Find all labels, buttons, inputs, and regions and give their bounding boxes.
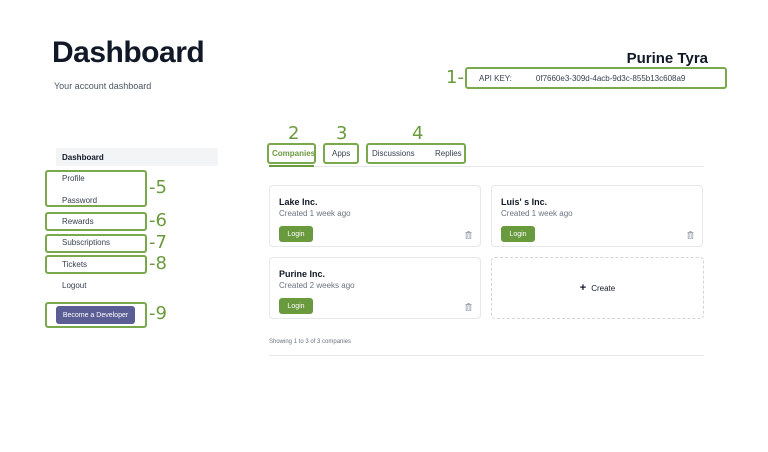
tabs-divider xyxy=(269,166,704,167)
annotation-7: -7 xyxy=(149,232,167,253)
company-card: Lake Inc. Created 1 week ago Login xyxy=(269,185,481,247)
active-tab-indicator xyxy=(269,165,314,167)
company-card: Luis' s Inc. Created 1 week ago Login xyxy=(491,185,703,247)
company-created: Created 1 week ago xyxy=(279,209,351,218)
annotation-6: -6 xyxy=(149,210,167,231)
company-name: Lake Inc. xyxy=(279,197,318,207)
annotation-box-rewards xyxy=(45,212,147,231)
api-key-display: API KEY: 0f7660e3-309d-4acb-9d3c-855b13c… xyxy=(465,67,727,89)
annotation-box-developer xyxy=(45,302,147,328)
company-card: Purine Inc. Created 2 weeks ago Login xyxy=(269,257,481,319)
tab-discussions[interactable]: Discussions xyxy=(372,149,415,158)
company-name: Luis' s Inc. xyxy=(501,197,548,207)
annotation-5: -5 xyxy=(149,177,167,198)
login-button[interactable]: Login xyxy=(501,226,535,242)
plus-icon: + xyxy=(579,282,587,294)
annotation-4: 4 xyxy=(412,123,424,144)
create-label: Create xyxy=(591,283,616,293)
annotation-2: 2 xyxy=(288,123,300,144)
company-created: Created 1 week ago xyxy=(501,209,573,218)
pagination-info: Showing 1 to 3 of 3 companies xyxy=(269,339,352,345)
tab-apps[interactable]: Apps xyxy=(332,149,350,158)
page-title: Dashboard xyxy=(52,36,205,69)
trash-icon[interactable] xyxy=(465,231,472,239)
content-divider xyxy=(269,355,704,356)
annotation-8: -8 xyxy=(149,253,167,274)
login-button[interactable]: Login xyxy=(279,298,313,314)
trash-icon[interactable] xyxy=(687,231,694,239)
annotation-9: -9 xyxy=(149,303,167,324)
tab-replies[interactable]: Replies xyxy=(435,149,462,158)
api-key-label: API KEY: xyxy=(479,73,512,83)
create-company-button[interactable]: + Create xyxy=(491,257,704,319)
annotation-1: 1- xyxy=(446,67,464,88)
trash-icon[interactable] xyxy=(465,303,472,311)
company-created: Created 2 weeks ago xyxy=(279,281,355,290)
company-name: Purine Inc. xyxy=(279,269,326,279)
annotation-box-profile-password xyxy=(45,170,147,207)
user-name: Purine Tyra xyxy=(626,50,708,67)
page-subtitle: Your account dashboard xyxy=(54,81,152,91)
api-key-value[interactable]: 0f7660e3-309d-4acb-9d3c-855b13c608a9 xyxy=(536,74,685,83)
annotation-3: 3 xyxy=(336,123,348,144)
tab-companies[interactable]: Companies xyxy=(272,149,315,158)
login-button[interactable]: Login xyxy=(279,226,313,242)
annotation-box-tickets xyxy=(45,255,147,274)
annotation-box-subscriptions xyxy=(45,234,147,253)
sidebar-item-dashboard[interactable]: Dashboard xyxy=(62,153,104,162)
sidebar-item-logout[interactable]: Logout xyxy=(62,281,86,290)
